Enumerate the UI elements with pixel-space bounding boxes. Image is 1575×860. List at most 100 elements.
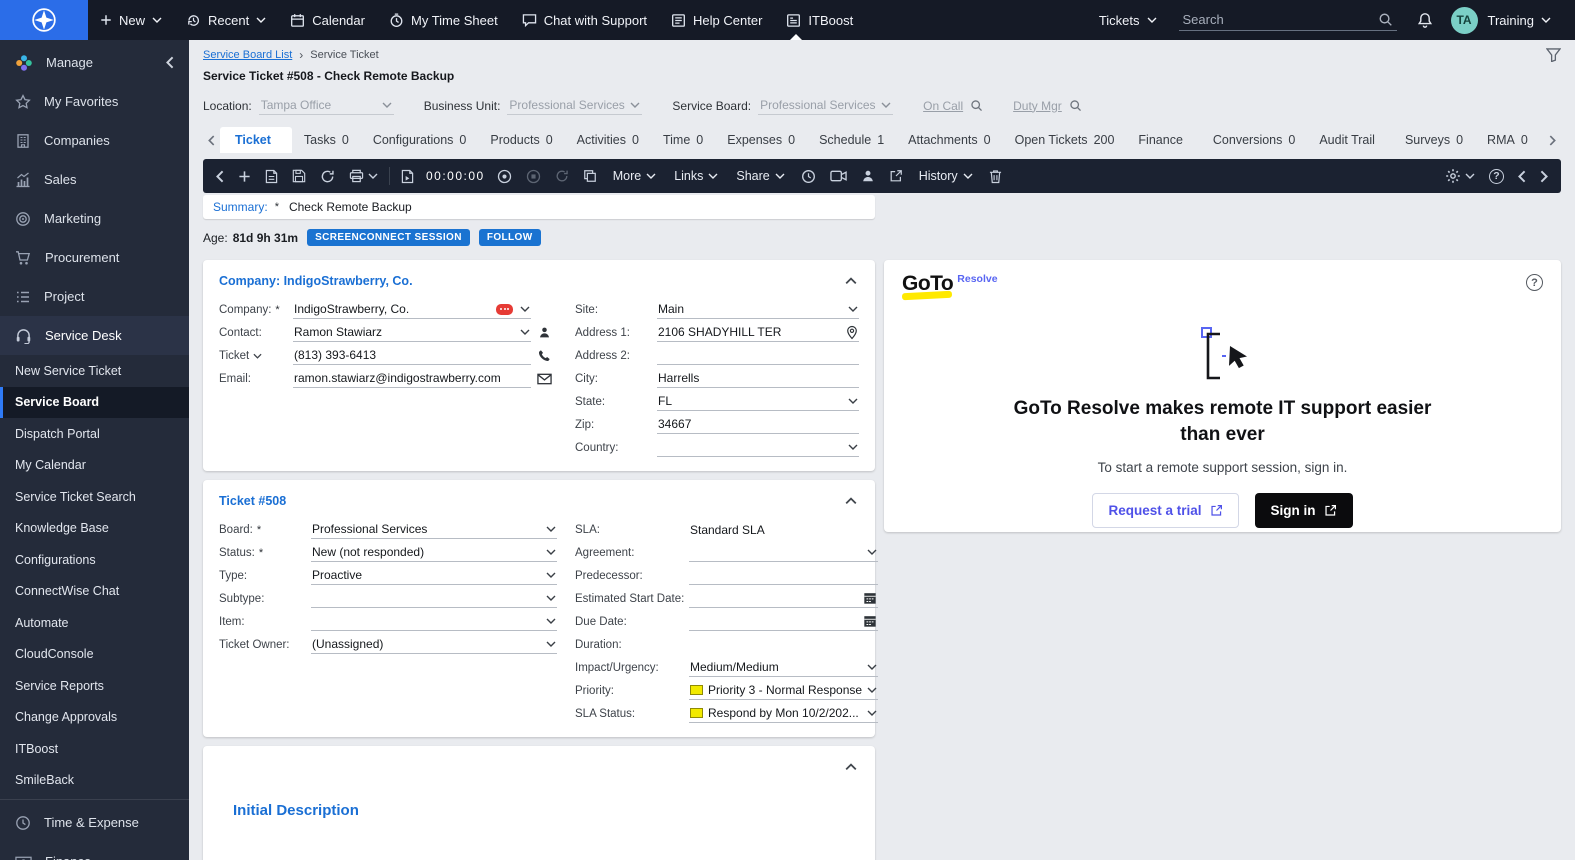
sidebar-item-service-ticket-search[interactable]: Service Ticket Search: [0, 481, 189, 513]
toolbar-save-icon[interactable]: [285, 159, 313, 193]
toolbar-popout-icon[interactable]: [882, 159, 910, 193]
tab-audit-trail[interactable]: Audit Trail: [1307, 127, 1393, 153]
toolbar-reset-timer-icon[interactable]: [548, 159, 576, 193]
subtype-select[interactable]: [311, 589, 557, 608]
city-input[interactable]: Harrells: [657, 369, 859, 388]
sidebar-item-my-calendar[interactable]: My Calendar: [0, 450, 189, 482]
toolbar-stop-timer-icon[interactable]: [519, 159, 548, 193]
toolbar-video-icon[interactable]: [823, 159, 854, 193]
recent-menu[interactable]: Recent: [174, 0, 278, 40]
tab-tasks[interactable]: Tasks 0: [292, 127, 361, 153]
agreement-select[interactable]: [689, 543, 879, 562]
filter-funnel-icon[interactable]: [1546, 48, 1561, 62]
toolbar-delete-icon[interactable]: [982, 159, 1009, 193]
breadcrumb-service-board-list[interactable]: Service Board List: [203, 49, 292, 61]
toolbar-prev-icon[interactable]: [1511, 159, 1533, 193]
sign-in-button[interactable]: Sign in: [1254, 493, 1353, 529]
sidebar-item-companies[interactable]: Companies: [0, 121, 189, 160]
address1-input[interactable]: 2106 SHADYHILL TER: [657, 323, 859, 342]
business-unit-select[interactable]: Professional Services: [507, 96, 643, 115]
address2-input[interactable]: [657, 346, 859, 365]
sidebar-item-service-reports[interactable]: Service Reports: [0, 670, 189, 702]
toolbar-settings-gear-icon[interactable]: [1438, 159, 1482, 193]
tab-products[interactable]: Products 0: [478, 127, 564, 153]
phone-input[interactable]: (813) 393-6413: [293, 346, 531, 365]
sidebar-item-change-approvals[interactable]: Change Approvals: [0, 702, 189, 734]
toolbar-refresh-icon[interactable]: [313, 159, 342, 193]
sidebar-item-automate[interactable]: Automate: [0, 607, 189, 639]
zip-input[interactable]: 34667: [657, 415, 859, 434]
sidebar-item-my-favorites[interactable]: My Favorites: [0, 82, 189, 121]
tabs-scroll-left-icon[interactable]: [203, 135, 220, 146]
help-center-menu[interactable]: Help Center: [659, 0, 774, 40]
user-avatar[interactable]: TA: [1450, 6, 1478, 34]
more-dropdown[interactable]: More: [604, 159, 665, 193]
sidebar-collapse-icon[interactable]: [166, 56, 174, 69]
sidebar-item-time-expense[interactable]: Time & Expense: [0, 803, 189, 842]
ticket-card-title[interactable]: Ticket #508: [219, 494, 286, 508]
tab-attachments[interactable]: Attachments 0: [896, 127, 1002, 153]
toolbar-help-icon[interactable]: ?: [1482, 159, 1511, 193]
sidebar-item-itboost[interactable]: ITBoost: [0, 733, 189, 765]
tab-time[interactable]: Time 0: [651, 127, 715, 153]
itboost-menu[interactable]: ITBoost: [774, 0, 865, 40]
summary-input[interactable]: Check Remote Backup: [289, 200, 412, 214]
search-icon[interactable]: [1378, 12, 1393, 27]
search-icon[interactable]: [970, 99, 983, 112]
envelope-icon[interactable]: [531, 373, 557, 385]
duty-mgr-link[interactable]: Duty Mgr: [1013, 99, 1062, 113]
phone-icon[interactable]: [531, 349, 557, 362]
tab-expenses[interactable]: Expenses 0: [715, 127, 807, 153]
toolbar-contact-icon[interactable]: [854, 159, 882, 193]
links-dropdown[interactable]: Links: [665, 159, 727, 193]
priority-select[interactable]: Priority 3 - Normal Response: [689, 681, 879, 700]
search-icon[interactable]: [1069, 99, 1082, 112]
sidebar-item-smileback[interactable]: SmileBack: [0, 765, 189, 797]
toolbar-note-icon[interactable]: [258, 159, 285, 193]
goto-resolve-logo[interactable]: GoTo Resolve: [902, 272, 998, 296]
due-date-input[interactable]: [689, 612, 879, 631]
email-input[interactable]: ramon.stawiarz@indigostrawberry.com: [293, 369, 531, 388]
type-select[interactable]: Proactive: [311, 566, 557, 585]
impact-urgency-select[interactable]: Medium/Medium: [689, 658, 879, 677]
tab-rma[interactable]: RMA 0: [1475, 127, 1540, 153]
request-trial-button[interactable]: Request a trial: [1092, 493, 1239, 529]
state-select[interactable]: FL: [657, 392, 859, 411]
sla-status-select[interactable]: Respond by Mon 10/2/202...: [689, 704, 879, 723]
company-alert-flag-icon[interactable]: [496, 303, 513, 315]
phone-type-select[interactable]: Ticket: [219, 350, 293, 362]
ticket-owner-select[interactable]: (Unassigned): [311, 635, 557, 654]
sidebar-item-service-desk[interactable]: Service Desk: [0, 316, 189, 355]
follow-badge[interactable]: FOLLOW: [478, 229, 541, 246]
goto-help-icon[interactable]: ?: [1526, 274, 1543, 291]
location-select[interactable]: Tampa Office: [258, 96, 394, 115]
sidebar-item-knowledge-base[interactable]: Knowledge Base: [0, 513, 189, 545]
on-call-link[interactable]: On Call: [923, 99, 963, 113]
sidebar-item-procurement[interactable]: Procurement: [0, 238, 189, 277]
share-dropdown[interactable]: Share: [727, 159, 793, 193]
toolbar-schedule-clock-icon[interactable]: [794, 159, 823, 193]
company-card-title[interactable]: Company: IndigoStrawberry, Co.: [219, 274, 413, 288]
sidebar-item-project[interactable]: Project: [0, 277, 189, 316]
screenconnect-session-badge[interactable]: SCREENCONNECT SESSION: [307, 229, 470, 246]
toolbar-back-icon[interactable]: [209, 159, 231, 193]
app-logo[interactable]: [0, 0, 88, 40]
tabs-scroll-right-icon[interactable]: [1544, 135, 1561, 146]
board-select[interactable]: Professional Services: [311, 520, 557, 539]
company-select[interactable]: IndigoStrawberry, Co.: [293, 300, 531, 319]
sidebar-item-sales[interactable]: Sales: [0, 160, 189, 199]
estimated-start-date-input[interactable]: [689, 589, 879, 608]
collapse-chevron-up-icon[interactable]: [843, 495, 859, 507]
sidebar-item-finance[interactable]: Finance: [0, 842, 189, 860]
toolbar-print-icon[interactable]: [342, 159, 385, 193]
contact-select[interactable]: Ramon Stawiarz: [293, 323, 531, 342]
sidebar-item-new-service-ticket[interactable]: New Service Ticket: [0, 355, 189, 387]
sidebar-item-cloudconsole[interactable]: CloudConsole: [0, 639, 189, 671]
contact-person-icon[interactable]: [531, 326, 557, 339]
toolbar-time-entry-icon[interactable]: [394, 159, 421, 193]
tab-open-tickets[interactable]: Open Tickets 200: [1003, 127, 1127, 153]
tab-activities[interactable]: Activities 0: [565, 127, 651, 153]
collapse-chevron-up-icon[interactable]: [843, 275, 859, 287]
status-select[interactable]: New (not responded): [311, 543, 557, 562]
site-select[interactable]: Main: [657, 300, 859, 319]
